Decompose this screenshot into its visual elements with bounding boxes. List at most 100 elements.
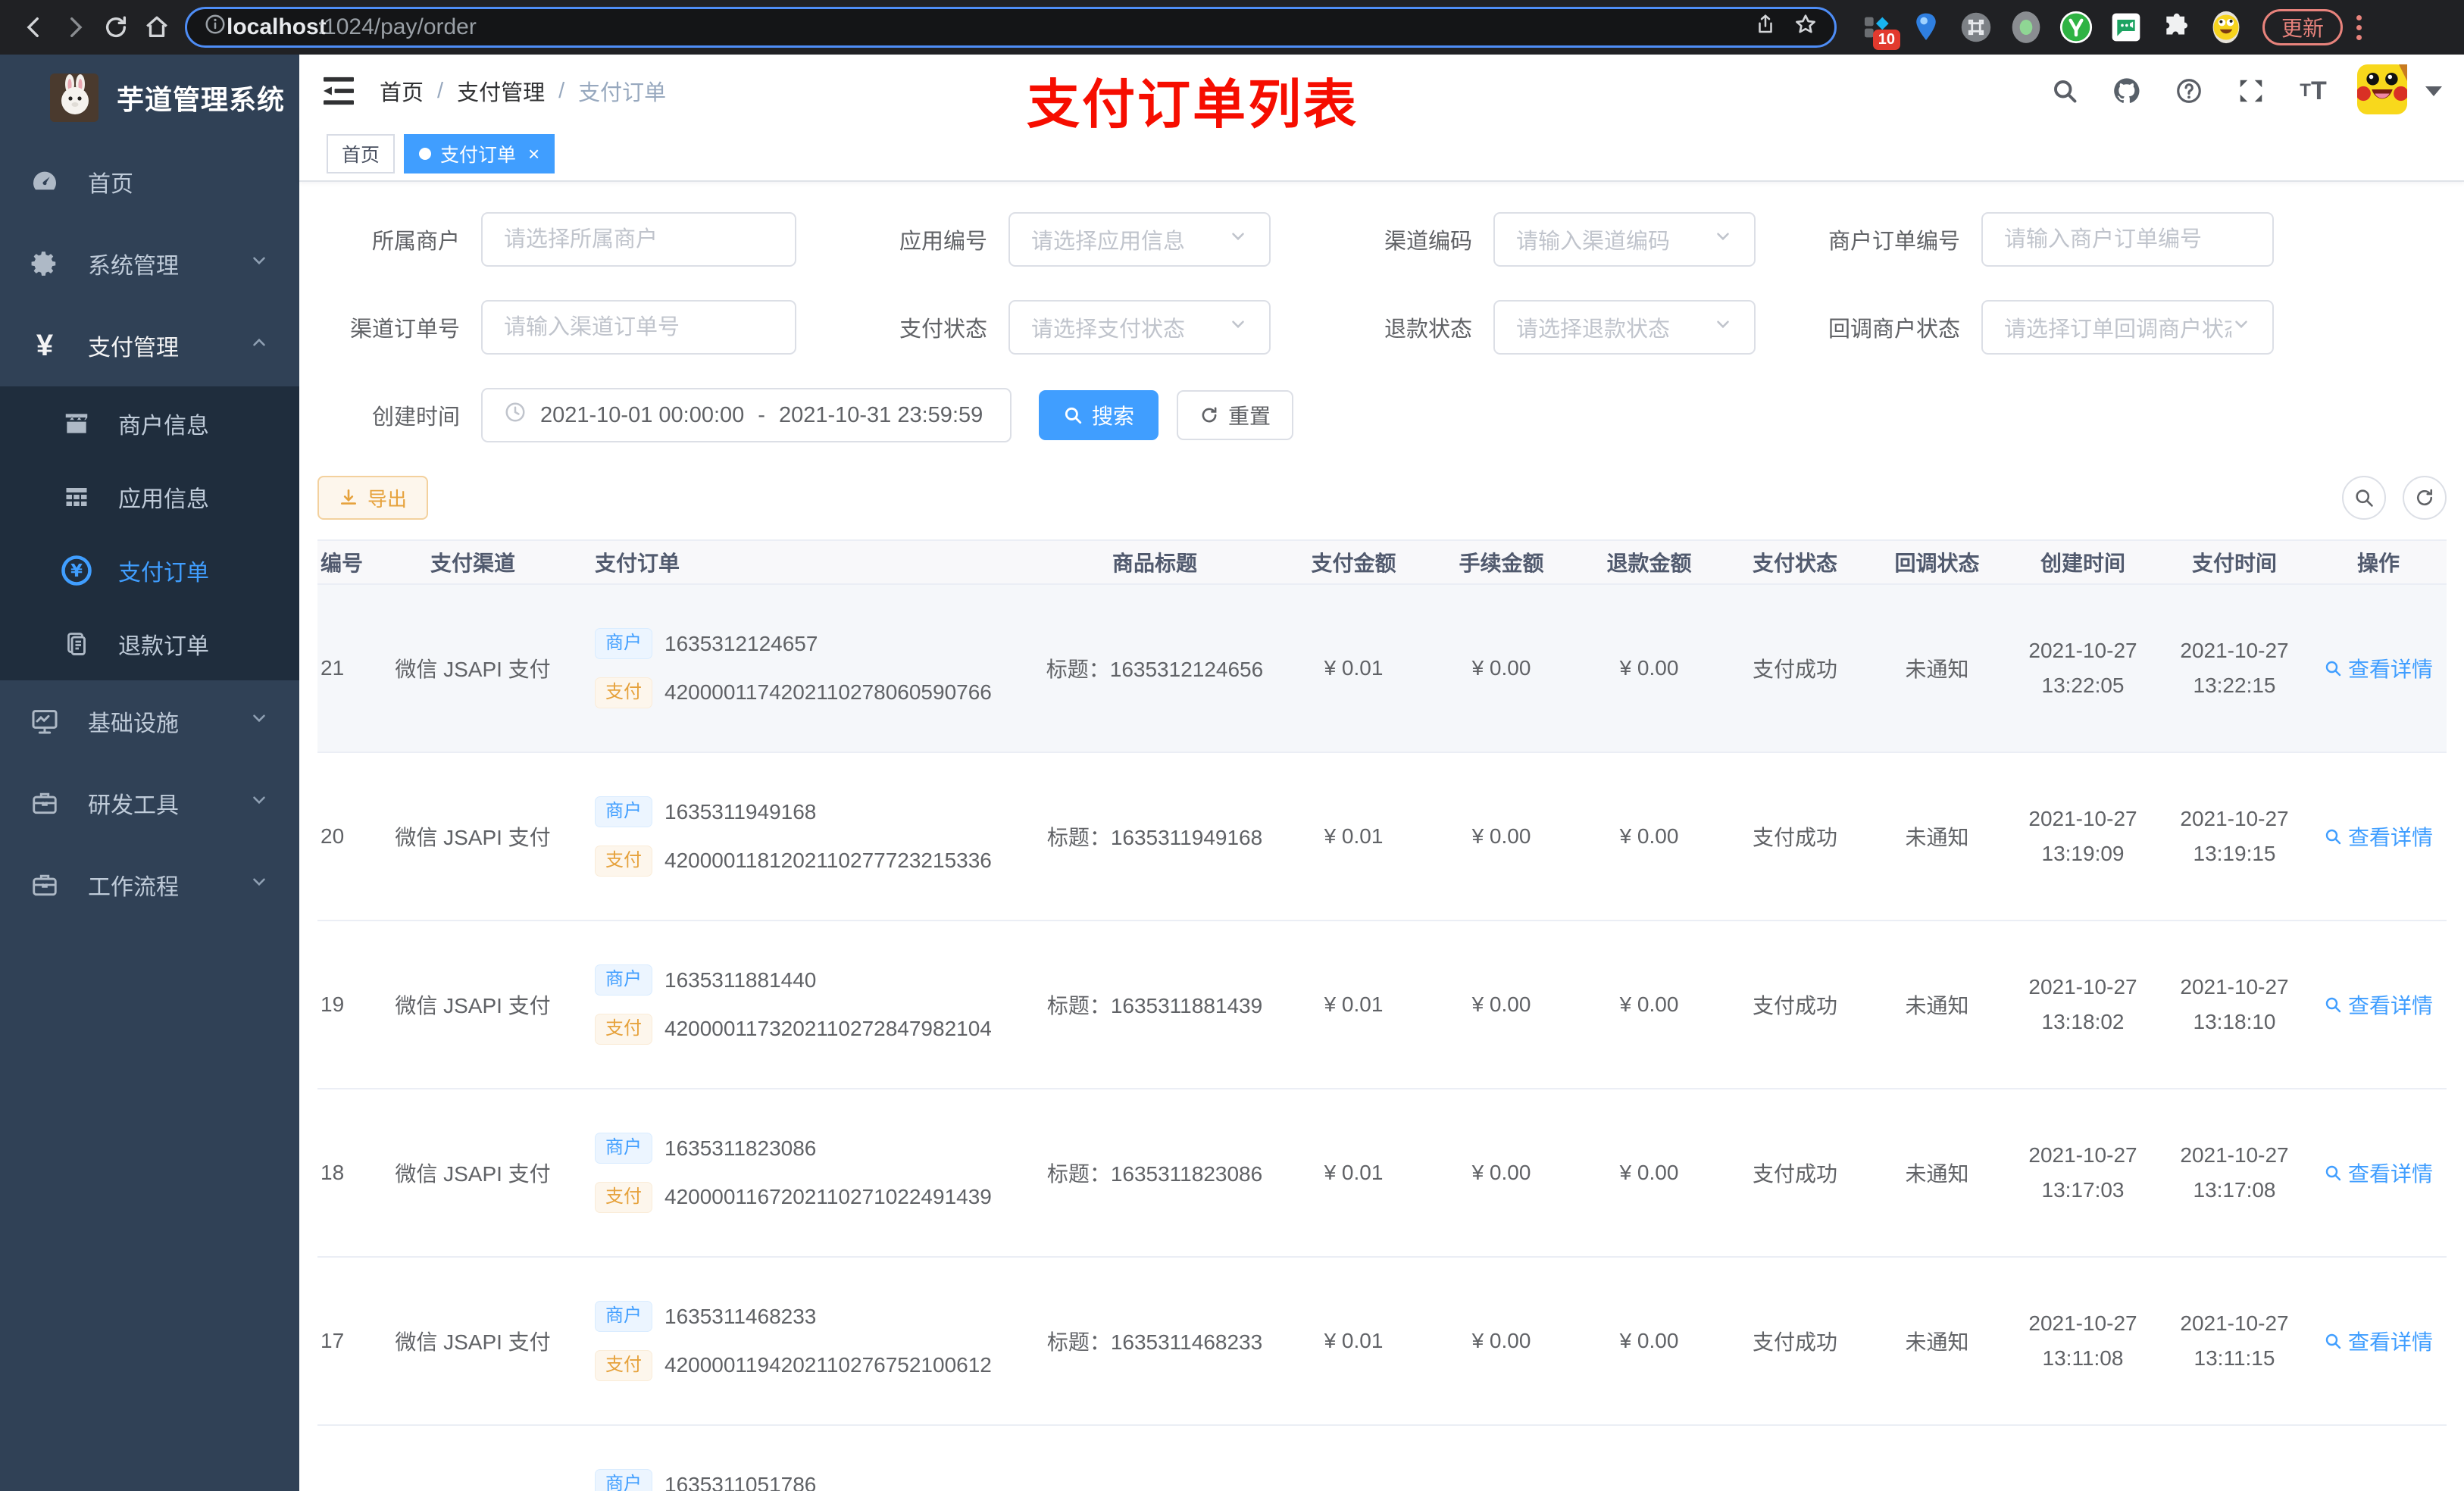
url-host: localhost <box>227 14 327 39</box>
reload-icon[interactable] <box>95 7 136 48</box>
cell-fee: ¥ 0.00 <box>1471 1329 1531 1352</box>
sidebar-item-system[interactable]: 系统管理 <box>0 223 299 305</box>
created-date: 2021-10-27 <box>2028 975 2137 999</box>
app-title: 芋道管理系统 <box>117 84 286 115</box>
view-detail-link[interactable]: 查看详情 <box>2324 1326 2433 1356</box>
refresh-table-button[interactable] <box>2403 476 2447 520</box>
cell-amount: ¥ 0.01 <box>1324 1161 1384 1184</box>
sidebar-item-infrastructure[interactable]: 基础设施 <box>0 680 299 762</box>
sidebar-item-app-info[interactable]: 应用信息 <box>0 460 299 533</box>
breadcrumb-home[interactable]: 首页 <box>380 75 424 107</box>
breadcrumb-separator: / <box>437 78 444 103</box>
grid-icon <box>59 483 94 511</box>
info-icon[interactable] <box>204 13 227 42</box>
filter-label-pay-status: 支付状态 <box>899 317 987 342</box>
cell-id: 21 <box>321 656 345 680</box>
sidebar-item-refund-order[interactable]: 退款订单 <box>0 607 299 680</box>
emoji-extension-icon[interactable] <box>2209 11 2243 44</box>
cell-amount: ¥ 0.01 <box>1324 824 1384 848</box>
fullscreen-icon[interactable] <box>2233 73 2269 109</box>
page: localhost:1024/pay/order 10 更新 芋道管理系统 首… <box>0 0 2464 1491</box>
paid-time: 13:11:15 <box>2194 1346 2275 1370</box>
export-button[interactable]: 导出 <box>317 476 429 520</box>
tab-close-icon[interactable]: × <box>528 144 539 164</box>
table-row[interactable]: 19 微信 JSAPI 支付 商户 1635311881440 支付 42000… <box>317 921 2447 1089</box>
cell-notify: 未通知 <box>1905 994 1969 1017</box>
sidebar-collapse-icon[interactable] <box>322 76 355 106</box>
cell-order: 商户 1635311823086 支付 42000011672021102710… <box>560 1133 1030 1213</box>
sidebar-item-workflow[interactable]: 工作流程 <box>0 844 299 926</box>
dot-extension-icon[interactable] <box>2009 11 2043 44</box>
chevron-down-icon <box>249 708 269 734</box>
puzzle-extensions-icon[interactable] <box>2159 11 2193 44</box>
sidebar-item-pay-order[interactable]: ¥ 支付订单 <box>0 533 299 607</box>
dashboard-icon <box>27 167 62 197</box>
browser-menu-icon[interactable] <box>2356 14 2362 40</box>
forward-icon[interactable] <box>55 7 95 48</box>
page-annotation: 支付订单列表 <box>1027 75 1359 134</box>
view-detail-link[interactable]: 查看详情 <box>2324 653 2433 683</box>
cell-channel: 微信 JSAPI 支付 <box>395 1330 551 1354</box>
font-size-icon[interactable]: TT <box>2295 73 2331 109</box>
bookmark-star-icon[interactable] <box>1793 12 1818 42</box>
merchant-order-input[interactable] <box>1981 212 2274 267</box>
merchant-input[interactable] <box>481 212 796 267</box>
vue-devtools-icon[interactable] <box>2059 11 2093 44</box>
merchant-tag: 商户 <box>595 1301 652 1332</box>
help-icon[interactable] <box>2171 73 2207 109</box>
table-row[interactable]: 17 微信 JSAPI 支付 商户 1635311468233 支付 42000… <box>317 1258 2447 1426</box>
tab-pay-order[interactable]: 支付订单 × <box>404 134 555 173</box>
home-icon[interactable] <box>136 7 177 48</box>
active-dot-icon <box>419 148 432 160</box>
view-detail-link[interactable]: 查看详情 <box>2324 1158 2433 1188</box>
command-extension-icon[interactable] <box>1959 11 1993 44</box>
sidebar-item-payment[interactable]: ¥ 支付管理 <box>0 305 299 386</box>
url-path: :1024/pay/order <box>317 14 477 39</box>
table-row[interactable]: 21 微信 JSAPI 支付 商户 1635312124657 支付 42000… <box>317 585 2447 753</box>
toggle-search-button[interactable] <box>2342 476 2386 520</box>
search-icon[interactable] <box>2047 73 2083 109</box>
table-row[interactable]: 20 微信 JSAPI 支付 商户 1635311949168 支付 42000… <box>317 753 2447 921</box>
table-row[interactable]: 18 微信 JSAPI 支付 商户 1635311823086 支付 42000… <box>317 1089 2447 1258</box>
app-logo[interactable]: 芋道管理系统 <box>0 55 299 141</box>
filter-row-1: 所属商户 应用编号 请选择应用信息 渠道编码 请输入渠道编码 <box>317 212 2447 267</box>
pin-extension-icon[interactable] <box>1909 11 1943 44</box>
search-button[interactable]: 搜索 <box>1039 390 1159 440</box>
cell-paid: 2021-10-27 13:17:08 <box>2159 1138 2310 1208</box>
tab-home[interactable]: 首页 <box>327 134 396 173</box>
table-row[interactable]: 商户 1635311051786 支付 查看详情 <box>317 1426 2447 1491</box>
paid-time: 13:19:15 <box>2193 842 2276 865</box>
channel-order-input[interactable] <box>481 300 796 355</box>
sidebar-item-label: 工作流程 <box>88 875 179 900</box>
github-icon[interactable] <box>2109 73 2145 109</box>
url-bar[interactable]: localhost:1024/pay/order <box>185 7 1837 48</box>
channel-code-select[interactable]: 请输入渠道编码 <box>1493 212 1756 267</box>
cell-order: 商户 1635312124657 支付 42000011742021102780… <box>560 628 1030 708</box>
refund-status-placeholder: 请选择退款状态 <box>1516 317 1671 342</box>
app-select[interactable]: 请选择应用信息 <box>1008 212 1271 267</box>
view-detail-link[interactable]: 查看详情 <box>2324 821 2433 852</box>
extension-grid-icon[interactable]: 10 <box>1859 11 1900 50</box>
refund-status-select[interactable]: 请选择退款状态 <box>1493 300 1756 355</box>
pay-status-select[interactable]: 请选择支付状态 <box>1008 300 1271 355</box>
document-icon <box>59 630 94 658</box>
sidebar-item-home[interactable]: 首页 <box>0 141 299 223</box>
filter-label-merchant: 所属商户 <box>371 230 460 254</box>
back-icon[interactable] <box>14 7 55 48</box>
avatar[interactable] <box>2356 64 2409 118</box>
breadcrumb-payment[interactable]: 支付管理 <box>457 75 545 107</box>
merchant-order-no: 1635312124657 <box>664 631 818 655</box>
notify-status-select[interactable]: 请选择订单回调商户状态 <box>1981 300 2274 355</box>
cell-refund: ¥ 0.00 <box>1619 1161 1679 1184</box>
share-icon[interactable] <box>1754 13 1777 42</box>
chat-extension-icon[interactable] <box>2109 11 2143 44</box>
reset-button[interactable]: 重置 <box>1177 390 1294 440</box>
merchant-order-no: 1635311823086 <box>664 1136 817 1160</box>
sidebar-item-devtools[interactable]: 研发工具 <box>0 762 299 844</box>
update-button[interactable]: 更新 <box>2262 9 2344 45</box>
sidebar-item-merchant-info[interactable]: 商户信息 <box>0 386 299 460</box>
export-button-label: 导出 <box>367 487 408 511</box>
avatar-caret-icon[interactable] <box>2425 86 2442 96</box>
view-detail-link[interactable]: 查看详情 <box>2324 989 2433 1020</box>
create-time-range-picker[interactable]: 2021-10-01 00:00:00 - 2021-10-31 23:59:5… <box>481 388 1012 442</box>
